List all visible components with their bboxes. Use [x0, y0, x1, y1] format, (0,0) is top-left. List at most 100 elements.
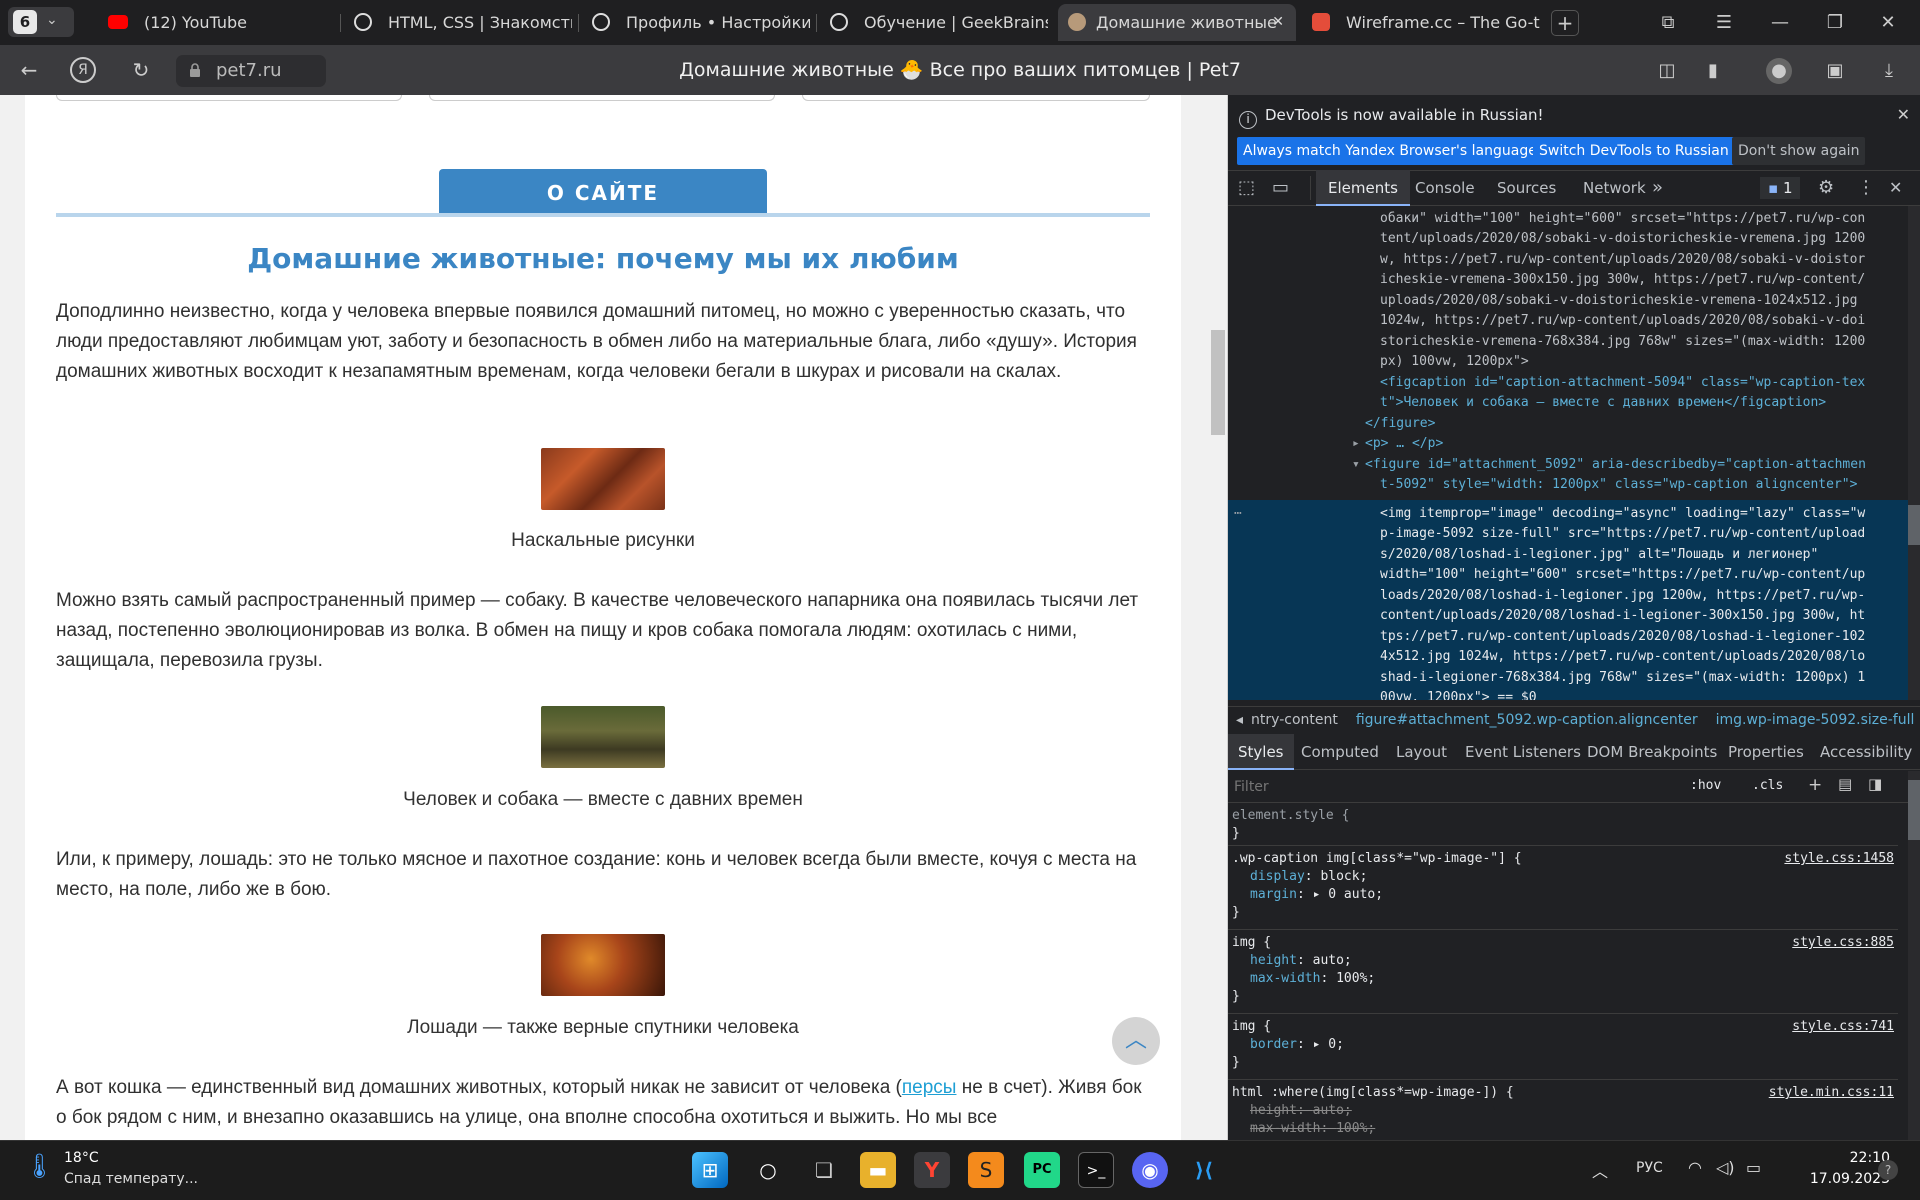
tab-computed[interactable]: Computed	[1301, 734, 1379, 770]
dom-line-selected[interactable]: shad-i-legioner-768x384.jpg 768w" sizes=…	[1380, 668, 1865, 688]
page-scrollbar[interactable]	[1210, 95, 1227, 1140]
pycharm-icon[interactable]: PC	[1024, 1152, 1060, 1188]
device-toolbar-icon[interactable]: ▭	[1272, 170, 1289, 206]
bookmark-icon[interactable]: ▮	[1700, 58, 1726, 84]
volume-icon[interactable]: ◁)	[1716, 1158, 1735, 1177]
dom-line[interactable]: storicheskie-vremena-768x384.jpg 768w" s…	[1380, 332, 1865, 352]
tab-event-listeners[interactable]: Event Listeners	[1465, 734, 1581, 770]
file-explorer-icon[interactable]: ▬	[860, 1152, 896, 1188]
dom-line[interactable]: 1024w, https://pet7.ru/wp-content/upload…	[1380, 311, 1865, 331]
close-tab-icon[interactable]: ✕	[1272, 4, 1284, 41]
protect-icon[interactable]: ◫	[1654, 58, 1680, 84]
dom-line-selected[interactable]: 4x512.jpg 1024w, https://pet7.ru/wp-cont…	[1380, 647, 1865, 667]
source-link[interactable]: style.css:741	[1792, 1018, 1894, 1036]
weather-temp[interactable]: 18°C	[64, 1150, 99, 1166]
inspect-element-icon[interactable]: ⬚	[1238, 170, 1255, 206]
profile-icon[interactable]: ●	[1766, 58, 1792, 84]
css-rule[interactable]: element.style { }	[1228, 804, 1898, 846]
tab-wireframe[interactable]: Wireframe.cc – The Go-to	[1300, 4, 1540, 41]
notification-icon[interactable]: ?	[1878, 1160, 1898, 1180]
dom-line[interactable]: uploads/2020/08/sobaki-v-doistoricheskie…	[1380, 291, 1857, 311]
dom-line[interactable]: <figure id="attachment_5092" aria-descri…	[1365, 455, 1866, 475]
dom-line-selected[interactable]: loads/2020/08/loshad-i-legioner.jpg 1200…	[1380, 586, 1865, 606]
dom-line[interactable]: обаки" width="100" height="600" srcset="…	[1380, 209, 1865, 229]
tab-sources[interactable]: Sources	[1497, 170, 1556, 206]
tab-network[interactable]: Network	[1583, 170, 1646, 206]
tab-properties[interactable]: Properties	[1728, 734, 1804, 770]
weather-text[interactable]: Спад температу...	[64, 1171, 198, 1187]
tab-layout[interactable]: Layout	[1396, 734, 1447, 770]
styles-filter-input[interactable]	[1234, 777, 1574, 797]
task-view-icon[interactable]: ❏	[806, 1152, 842, 1188]
persians-link[interactable]: персы	[902, 1077, 957, 1098]
tab-profile[interactable]: Профиль • Настройки п	[580, 4, 810, 41]
menu-icon[interactable]: ☰	[1704, 8, 1744, 38]
collapse-triangle-icon[interactable]: ▾	[1352, 455, 1360, 475]
wifi-icon[interactable]: ◠	[1688, 1158, 1702, 1177]
clock-date[interactable]: 17.09.2023	[1786, 1171, 1890, 1187]
dom-line-selected[interactable]: tps://pet7.ru/wp-content/uploads/2020/08…	[1380, 627, 1865, 647]
dom-line-selected[interactable]: content/uploads/2020/08/loshad-i-legione…	[1380, 606, 1865, 626]
breadcrumb-left-icon[interactable]: ◂	[1236, 712, 1243, 728]
dom-line-selected[interactable]: <img itemprop="image" decoding="async" l…	[1380, 504, 1865, 524]
extensions-icon[interactable]: ▣	[1822, 58, 1848, 84]
css-rule[interactable]: html :where(img[class*=wp-image-]) { sty…	[1228, 1080, 1898, 1140]
tab-geekbrains[interactable]: Обучение | GeekBrains -	[818, 4, 1048, 41]
restore-icon[interactable]: ❐	[1815, 8, 1855, 38]
vscode-icon[interactable]: ⟩⟨	[1186, 1152, 1222, 1188]
cls-button[interactable]: .cls	[1752, 778, 1783, 793]
css-rule[interactable]: .wp-caption img[class*="wp-image-"] { st…	[1228, 846, 1898, 930]
dom-line-selected[interactable]: p-image-5092 size-full" src="https://pet…	[1380, 524, 1865, 544]
tab-youtube[interactable]: (12) YouTube	[96, 4, 336, 41]
kebab-menu-icon[interactable]: ⋮	[1857, 170, 1875, 206]
url-field[interactable]: pet7.ru	[176, 55, 326, 87]
dom-scrollbar[interactable]	[1908, 206, 1920, 700]
tab-dom-breakpoints[interactable]: DOM Breakpoints	[1587, 734, 1717, 770]
yandex-icon[interactable]: Я	[70, 57, 96, 83]
breadcrumb-item[interactable]: figure#attachment_5092.wp-caption.alignc…	[1356, 712, 1698, 728]
paint-icon[interactable]: ▤	[1838, 775, 1852, 793]
ellipsis-icon[interactable]: ⋯	[1234, 504, 1242, 524]
search-icon[interactable]: ○	[750, 1152, 786, 1188]
back-icon[interactable]: ←	[14, 55, 44, 85]
source-link[interactable]: style.css:1458	[1784, 850, 1894, 868]
dom-line[interactable]: icheskie-vremena-300x150.jpg 300w, https…	[1380, 270, 1865, 290]
source-link[interactable]: style.min.css:11	[1769, 1084, 1894, 1102]
close-window-icon[interactable]: ✕	[1868, 8, 1908, 38]
reload-icon[interactable]: ↻	[126, 55, 156, 85]
dom-line[interactable]: w, https://pet7.ru/wp-content/uploads/20…	[1380, 250, 1865, 270]
terminal-icon[interactable]: >_	[1078, 1152, 1114, 1188]
add-rule-icon[interactable]: +	[1808, 775, 1822, 795]
tab-html-css[interactable]: HTML, CSS | Знакомство	[342, 4, 572, 41]
source-link[interactable]: style.css:885	[1792, 934, 1894, 952]
about-site-button[interactable]: О САЙТЕ	[439, 169, 767, 214]
dont-show-again-button[interactable]: Don't show again	[1732, 137, 1866, 165]
tab-elements[interactable]: Elements	[1316, 170, 1410, 206]
start-windows-icon[interactable]: ⊞	[692, 1152, 728, 1188]
dom-line[interactable]: <figcaption id="caption-attachment-5094"…	[1380, 373, 1865, 393]
breadcrumb-item[interactable]: img.wp-image-5092.size-full	[1716, 712, 1915, 728]
dom-line[interactable]: </figure>	[1365, 414, 1435, 434]
discord-icon[interactable]: ◉	[1132, 1152, 1168, 1188]
dom-line[interactable]: tent/uploads/2020/08/sobaki-v-doistorich…	[1380, 229, 1865, 249]
dom-line[interactable]: <p> … </p>	[1365, 434, 1443, 454]
tab-styles[interactable]: Styles	[1228, 734, 1294, 770]
issues-badge[interactable]: ▪ 1	[1760, 177, 1801, 199]
always-match-language-button[interactable]: Always match Yandex Browser's language	[1237, 137, 1543, 165]
tab-console[interactable]: Console	[1415, 170, 1475, 206]
dom-line-selected[interactable]: s/2020/08/loshad-i-legioner.jpg" alt="Ло…	[1380, 545, 1818, 565]
expand-triangle-icon[interactable]: ▸	[1352, 434, 1360, 454]
dom-line-selected[interactable]: width="100" height="600" srcset="https:/…	[1380, 565, 1865, 585]
tray-chevron-up-icon[interactable]: ︿	[1592, 1158, 1608, 1182]
yandex-browser-icon[interactable]: Y	[914, 1152, 950, 1188]
breadcrumb-item[interactable]: ntry-content	[1251, 712, 1338, 728]
dom-line-selected[interactable]: 00vw, 1200px"> == $0	[1380, 688, 1537, 700]
new-tab-button[interactable]: +	[1551, 10, 1579, 36]
thermometer-icon[interactable]: 🌡	[24, 1152, 54, 1186]
hov-button[interactable]: :hov	[1690, 778, 1721, 793]
battery-icon[interactable]: ▭	[1746, 1158, 1761, 1177]
css-rule[interactable]: img { style.css:885 height: auto; max-wi…	[1228, 930, 1898, 1014]
page-scrollbar-thumb[interactable]	[1211, 330, 1225, 435]
more-tabs-icon[interactable]: »	[1652, 170, 1663, 206]
sidebar-toggle-icon[interactable]: ◨	[1868, 775, 1882, 793]
